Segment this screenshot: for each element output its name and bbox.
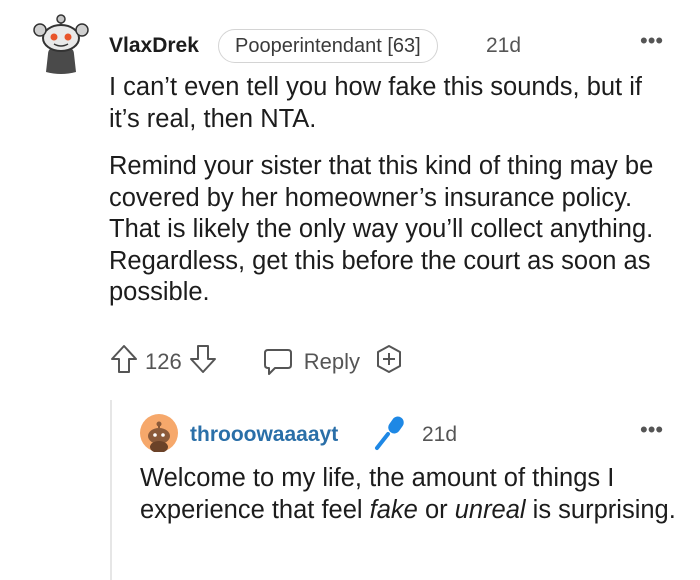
reply-text-italic: fake xyxy=(369,496,418,524)
more-options-icon[interactable]: ••• xyxy=(640,28,663,54)
snoo-avatar-icon[interactable] xyxy=(32,14,90,76)
comment-username[interactable]: VlaxDrek xyxy=(109,34,199,58)
reply-body: Welcome to my life, the amount of things… xyxy=(140,462,680,526)
microphone-icon xyxy=(372,414,408,452)
more-options-icon[interactable]: ••• xyxy=(640,417,663,443)
reply-button[interactable]: Reply xyxy=(262,347,360,377)
comment-body: I can’t even tell you how fake this soun… xyxy=(109,72,679,325)
reply-username[interactable]: throoowaaaayt xyxy=(190,423,338,447)
reply-label: Reply xyxy=(303,349,360,374)
thread-line[interactable] xyxy=(110,400,112,580)
comment-paragraph: I can’t even tell you how fake this soun… xyxy=(109,73,642,133)
reply-text-italic: unreal xyxy=(454,496,526,524)
user-flair: Pooperintendant [63] xyxy=(218,29,438,63)
comment-actions: 126 Reply xyxy=(109,342,404,382)
upvote-icon[interactable] xyxy=(109,343,139,381)
comment-timestamp: 21d xyxy=(486,34,522,57)
snoo-avatar-orange-icon[interactable] xyxy=(140,414,178,453)
chat-bubble-icon xyxy=(263,349,292,375)
add-award-icon[interactable] xyxy=(374,343,404,381)
reply-text: or xyxy=(417,496,455,524)
vote-count: 126 xyxy=(145,349,182,374)
reply-timestamp: 21d xyxy=(422,423,458,446)
comment-paragraph: Remind your sister that this kind of thi… xyxy=(109,152,654,306)
downvote-icon[interactable] xyxy=(188,343,218,381)
reply-text: is surprising. xyxy=(525,496,676,524)
